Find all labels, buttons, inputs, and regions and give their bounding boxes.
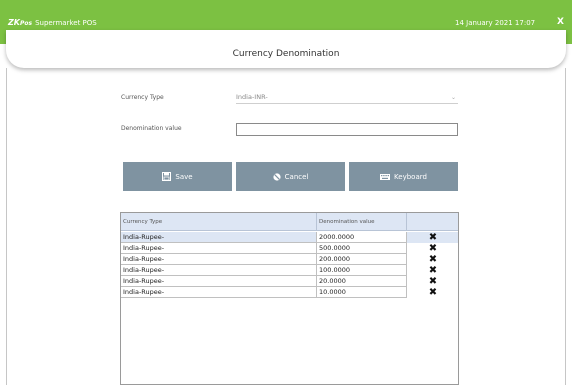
currency-type-cell: India-Rupee- — [121, 243, 317, 254]
table-row[interactable]: India-Rupee- 2000.0000 ✖ — [121, 232, 458, 243]
page-header-card: Currency Denomination — [6, 30, 566, 68]
keyboard-icon — [380, 173, 391, 180]
delete-x-icon[interactable]: ✖ — [407, 243, 459, 254]
delete-x-icon[interactable]: ✖ — [407, 232, 459, 243]
denomination-label: Denomination value — [121, 125, 182, 132]
currency-type-cell: India-Rupee- — [121, 265, 317, 276]
save-button[interactable]: Save — [123, 162, 232, 191]
currency-type-label: Currency Type — [121, 94, 164, 101]
cancel-button[interactable]: Cancel — [236, 162, 345, 191]
column-header-denomination: Denomination value — [317, 213, 407, 231]
panel-left-border — [6, 68, 7, 385]
page-title: Currency Denomination — [232, 49, 340, 59]
app-title: Supermarket POS — [35, 19, 97, 27]
table-row[interactable]: India-Rupee- 20.0000 ✖ — [121, 276, 458, 287]
delete-x-icon[interactable]: ✖ — [407, 265, 459, 276]
keyboard-label: Keyboard — [394, 172, 427, 181]
table-header: Currency Type Denomination value — [121, 213, 458, 231]
denomination-table: Currency Type Denomination value India-R… — [120, 212, 459, 385]
denomination-value-cell: 2000.0000 — [317, 232, 407, 243]
denomination-value-cell: 200.0000 — [317, 254, 407, 265]
delete-x-icon[interactable]: ✖ — [407, 287, 459, 298]
table-row[interactable]: India-Rupee- 10.0000 ✖ — [121, 287, 458, 298]
table-row[interactable]: India-Rupee- 200.0000 ✖ — [121, 254, 458, 265]
currency-type-cell: India-Rupee- — [121, 232, 317, 243]
denomination-value-cell: 20.0000 — [317, 276, 407, 287]
keyboard-button[interactable]: Keyboard — [349, 162, 458, 191]
currency-type-value: India-INR- — [236, 93, 268, 101]
table-row[interactable]: India-Rupee- 100.0000 ✖ — [121, 265, 458, 276]
close-button[interactable]: X — [557, 15, 564, 29]
denomination-input[interactable] — [236, 123, 458, 136]
save-icon — [162, 172, 172, 181]
cancel-icon — [273, 172, 281, 181]
panel-right-border — [565, 68, 566, 385]
currency-type-cell: India-Rupee- — [121, 276, 317, 287]
column-header-action — [407, 213, 459, 231]
zkpos-logo: ZKPos Supermarket POS — [8, 18, 97, 27]
save-label: Save — [175, 172, 193, 181]
delete-x-icon[interactable]: ✖ — [407, 254, 459, 265]
currency-type-cell: India-Rupee- — [121, 254, 317, 265]
denomination-value-cell: 10.0000 — [317, 287, 407, 298]
delete-x-icon[interactable]: ✖ — [407, 276, 459, 287]
cancel-label: Cancel — [284, 172, 309, 181]
column-header-currency: Currency Type — [121, 213, 317, 231]
denomination-value-cell: 100.0000 — [317, 265, 407, 276]
currency-type-cell: India-Rupee- — [121, 287, 317, 298]
denomination-value-cell: 500.0000 — [317, 243, 407, 254]
chevron-down-icon: ⌄ — [450, 94, 456, 101]
table-row[interactable]: India-Rupee- 500.0000 ✖ — [121, 243, 458, 254]
datetime-display: 14 January 2021 17:07 — [455, 19, 536, 27]
currency-type-select[interactable]: India-INR- ⌄ — [236, 91, 458, 104]
